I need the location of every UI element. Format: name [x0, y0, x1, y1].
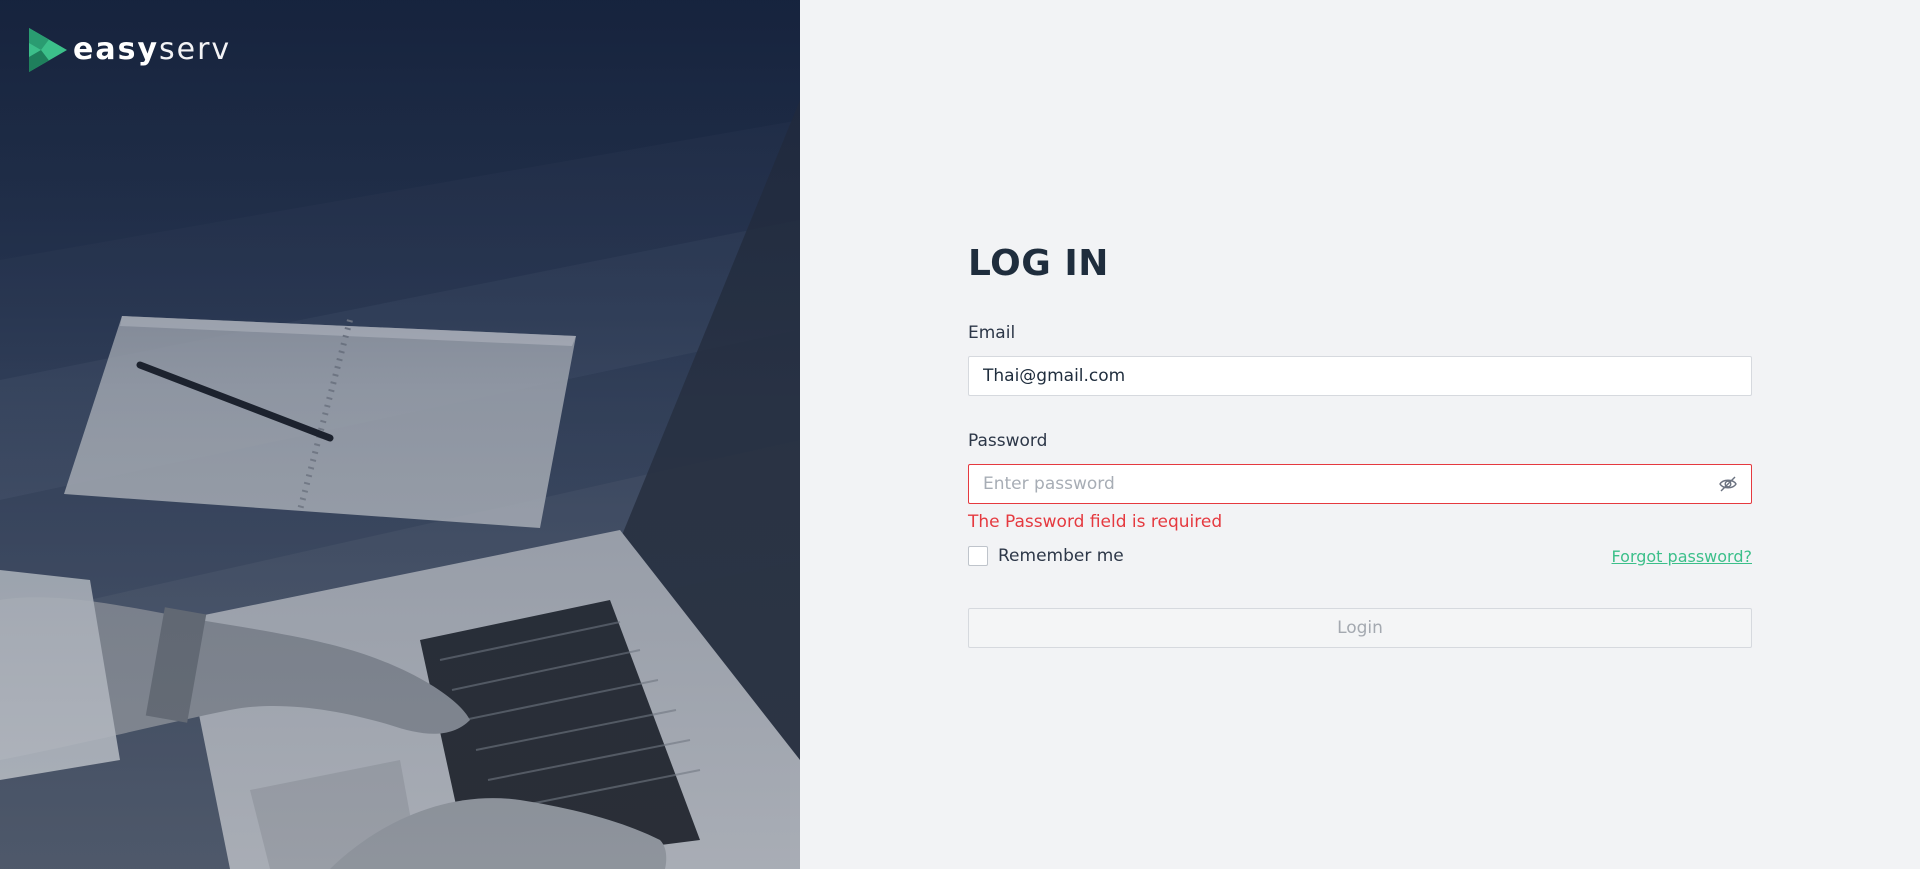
password-label: Password	[968, 431, 1048, 451]
form-panel: LOG IN Email Password The Password field…	[800, 0, 1920, 869]
remember-me-toggle[interactable]: Remember me	[968, 546, 1124, 566]
password-field-wrap	[968, 464, 1752, 504]
brand-name: easyserv	[73, 35, 231, 65]
login-button[interactable]: Login	[968, 608, 1752, 648]
password-field[interactable]	[968, 464, 1752, 504]
brand-name-light: serv	[159, 32, 232, 67]
page-title: LOG IN	[968, 243, 1109, 284]
password-error: The Password field is required	[968, 512, 1223, 532]
hero-panel: easyserv	[0, 0, 800, 869]
email-field-wrap	[968, 356, 1752, 396]
forgot-password-link[interactable]: Forgot password?	[1612, 547, 1752, 566]
login-form: LOG IN Email Password The Password field…	[968, 240, 1752, 648]
play-arrow-logo-icon	[29, 28, 67, 72]
hero-tint	[0, 0, 800, 869]
email-field[interactable]	[968, 356, 1752, 396]
email-label: Email	[968, 323, 1016, 343]
remember-me-checkbox[interactable]	[968, 546, 988, 566]
brand-logo[interactable]: easyserv	[29, 28, 231, 72]
eye-slash-icon[interactable]	[1718, 474, 1738, 494]
login-page: easyserv LOG IN Email Password The Passw…	[0, 0, 1920, 869]
options-row: Remember me Forgot password?	[968, 544, 1752, 568]
remember-me-label: Remember me	[998, 546, 1124, 566]
brand-name-bold: easy	[73, 32, 160, 67]
